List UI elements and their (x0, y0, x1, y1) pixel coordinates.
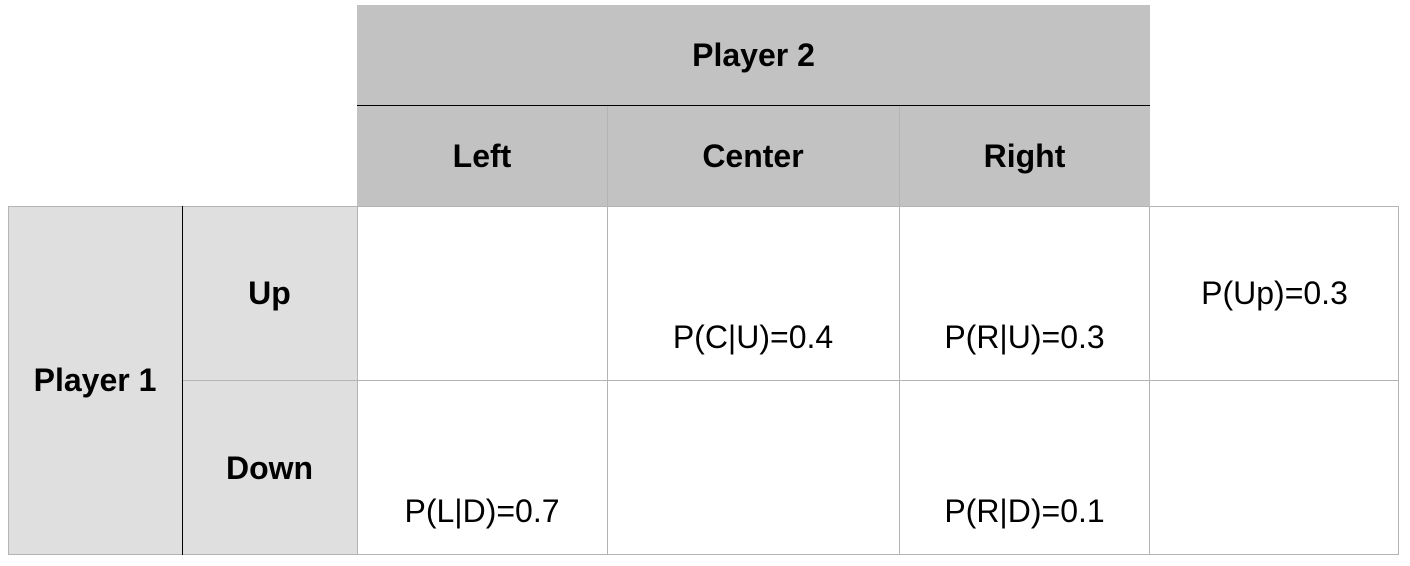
marginal-down (1150, 381, 1399, 555)
column-header-center: Center (607, 106, 899, 206)
cell-down-left: P(L|D)=0.7 (357, 381, 607, 555)
cell-down-center (607, 381, 899, 555)
row-label-up: Up (248, 275, 291, 311)
player-1-label: Player 1 (33, 362, 157, 398)
column-label-center: Center (702, 137, 804, 174)
column-header-left: Left (357, 106, 607, 206)
column-label-left: Left (452, 137, 512, 174)
marginal-up: P(Up)=0.3 (1150, 206, 1399, 381)
cell-up-center-value: P(C|U)=0.4 (672, 319, 834, 355)
cell-up-right-value: P(R|U)=0.3 (944, 319, 1105, 355)
marginal-up-value: P(Up)=0.3 (1201, 275, 1348, 311)
cell-down-right: P(R|D)=0.1 (899, 381, 1150, 555)
cell-up-center: P(C|U)=0.4 (607, 206, 899, 381)
cell-up-left (357, 206, 607, 381)
player-2-label: Player 2 (692, 37, 815, 73)
row-header-down: Down (182, 381, 357, 555)
row-label-down: Down (225, 449, 314, 486)
column-header-right: Right (899, 106, 1150, 206)
player-2-header: Player 2 (357, 5, 1150, 106)
player-1-header: Player 1 (8, 206, 182, 555)
column-label-right: Right (983, 137, 1066, 174)
row-header-up: Up (182, 206, 357, 381)
cell-down-right-value: P(R|D)=0.1 (944, 493, 1105, 529)
cell-up-right: P(R|U)=0.3 (899, 206, 1150, 381)
cell-down-left-value: P(L|D)=0.7 (404, 493, 560, 529)
